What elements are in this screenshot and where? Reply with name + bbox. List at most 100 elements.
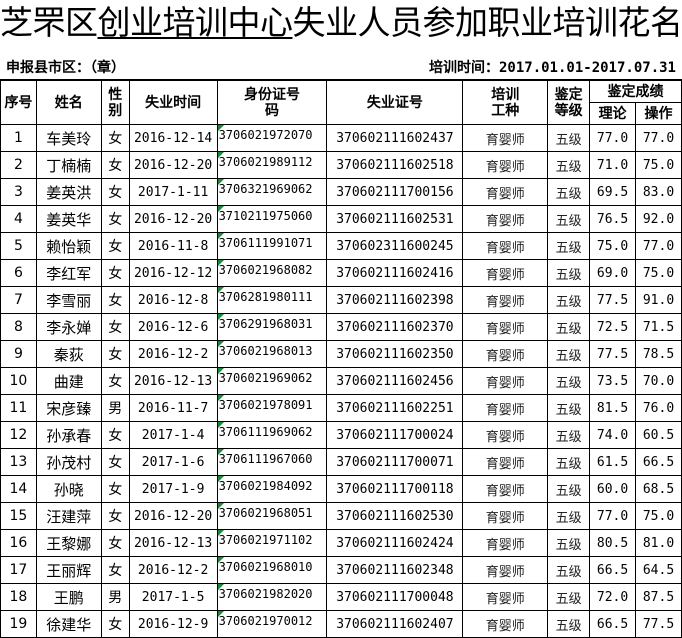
table-row: 18王鹏男2017-1-5370602198202037060211170004… <box>1 584 682 611</box>
row-unemployed-date: 2016-12-6 <box>129 314 217 341</box>
document-title: 芝罘区创业培训中心失业人员参加职业培训花名册 <box>0 0 682 46</box>
row-no: 10 <box>1 368 37 395</box>
row-level: 五级 <box>548 611 590 638</box>
table-row: 5赖怡颖女2016-11-837061119910713706023116002… <box>1 233 682 260</box>
row-training-type: 育婴师 <box>463 314 548 341</box>
row-id-number: 3706281980111 <box>217 287 327 314</box>
row-unemployed-date: 2016-12-20 <box>129 503 217 530</box>
row-theory-score: 74.0 <box>590 422 636 449</box>
table-row: 11宋彦臻男2016-11-73706021978091370602111602… <box>1 395 682 422</box>
row-name: 李永婵 <box>36 314 101 341</box>
row-training-type: 育婴师 <box>463 530 548 557</box>
row-theory-score: 80.5 <box>590 530 636 557</box>
row-unemployed-date: 2016-12-20 <box>129 206 217 233</box>
row-gender: 女 <box>101 233 129 260</box>
table-row: 1车美玲女2016-12-143706021972070370602111602… <box>1 125 682 152</box>
row-unemployment-cert: 370602111700156 <box>327 179 463 206</box>
row-level: 五级 <box>548 476 590 503</box>
row-id-number: 3706321969062 <box>217 179 327 206</box>
table-row: 17王丽辉女2016-12-23706021968010370602111602… <box>1 557 682 584</box>
row-practice-score: 77.5 <box>636 611 682 638</box>
row-theory-score: 69.5 <box>590 179 636 206</box>
row-id-number: 3706021972070 <box>217 125 327 152</box>
row-name: 王丽辉 <box>36 557 101 584</box>
roster-body: 1车美玲女2016-12-143706021972070370602111602… <box>1 125 682 638</box>
row-id-number: 3706021970012 <box>217 611 327 638</box>
row-name: 丁楠楠 <box>36 152 101 179</box>
row-gender: 女 <box>101 260 129 287</box>
row-name: 汪建萍 <box>36 503 101 530</box>
row-gender: 女 <box>101 287 129 314</box>
header-score-group: 鉴定成绩 <box>590 81 682 103</box>
row-unemployment-cert: 370602111602407 <box>327 611 463 638</box>
table-row: 10曲建女2016-12-133706021969062370602111602… <box>1 368 682 395</box>
row-practice-score: 83.0 <box>636 179 682 206</box>
row-level: 五级 <box>548 233 590 260</box>
header-unemployed-time: 失业时间 <box>129 81 217 125</box>
row-training-type: 育婴师 <box>463 368 548 395</box>
row-gender: 女 <box>101 179 129 206</box>
row-practice-score: 75.0 <box>636 152 682 179</box>
row-unemployed-date: 2016-12-13 <box>129 368 217 395</box>
row-gender: 女 <box>101 530 129 557</box>
row-id-number: 3706021989112 <box>217 152 327 179</box>
header-no: 序号 <box>1 81 37 125</box>
roster-table: 序号 姓名 性别 失业时间 身份证号码 失业证号 培训工种 鉴定等级 鉴定成绩 … <box>0 80 682 638</box>
row-unemployed-date: 2017-1-9 <box>129 476 217 503</box>
row-theory-score: 77.0 <box>590 503 636 530</box>
table-row: 7李雪丽女2016-12-837062819801113706021116023… <box>1 287 682 314</box>
row-id-number: 3706111991071 <box>217 233 327 260</box>
row-id-number: 3706021969062 <box>217 368 327 395</box>
row-level: 五级 <box>548 530 590 557</box>
row-practice-score: 70.0 <box>636 368 682 395</box>
row-id-number: 3706021984092 <box>217 476 327 503</box>
row-theory-score: 60.0 <box>590 476 636 503</box>
row-training-type: 育婴师 <box>463 611 548 638</box>
row-gender: 女 <box>101 152 129 179</box>
row-level: 五级 <box>548 152 590 179</box>
row-no: 11 <box>1 395 37 422</box>
row-theory-score: 66.5 <box>590 611 636 638</box>
row-unemployed-date: 2016-12-2 <box>129 341 217 368</box>
row-id-number: 3706291968031 <box>217 314 327 341</box>
row-no: 18 <box>1 584 37 611</box>
row-gender: 女 <box>101 557 129 584</box>
row-level: 五级 <box>548 341 590 368</box>
row-practice-score: 92.0 <box>636 206 682 233</box>
row-gender: 男 <box>101 584 129 611</box>
table-row: 12孙承春女2017-1-437061119690623706021117000… <box>1 422 682 449</box>
row-theory-score: 77.5 <box>590 341 636 368</box>
row-practice-score: 91.0 <box>636 287 682 314</box>
row-no: 7 <box>1 287 37 314</box>
row-id-number: 3706021968010 <box>217 557 327 584</box>
row-gender: 女 <box>101 341 129 368</box>
row-no: 19 <box>1 611 37 638</box>
row-gender: 女 <box>101 449 129 476</box>
header-gender: 性别 <box>101 81 129 125</box>
table-row: 14孙晓女2017-1-9370602198409237060211170011… <box>1 476 682 503</box>
row-level: 五级 <box>548 179 590 206</box>
county-label: 申报县市区：（章） <box>6 57 125 79</box>
row-training-type: 育婴师 <box>463 287 548 314</box>
row-practice-score: 75.0 <box>636 260 682 287</box>
row-name: 李红军 <box>36 260 101 287</box>
header-id-number: 身份证号码 <box>217 81 327 125</box>
row-no: 2 <box>1 152 37 179</box>
row-training-type: 育婴师 <box>463 557 548 584</box>
row-level: 五级 <box>548 125 590 152</box>
row-level: 五级 <box>548 314 590 341</box>
row-name: 徐建华 <box>36 611 101 638</box>
row-level: 五级 <box>548 584 590 611</box>
row-unemployment-cert: 370602111602251 <box>327 395 463 422</box>
row-unemployed-date: 2016-12-13 <box>129 530 217 557</box>
row-level: 五级 <box>548 206 590 233</box>
row-gender: 男 <box>101 395 129 422</box>
row-training-type: 育婴师 <box>463 476 548 503</box>
row-name: 孙茂村 <box>36 449 101 476</box>
table-row: 19徐建华女2016-12-93706021970012370602111602… <box>1 611 682 638</box>
row-id-number: 3706021978091 <box>217 395 327 422</box>
row-practice-score: 60.5 <box>636 422 682 449</box>
row-practice-score: 68.5 <box>636 476 682 503</box>
row-unemployment-cert: 370602111602456 <box>327 368 463 395</box>
row-id-number: 3706021968082 <box>217 260 327 287</box>
